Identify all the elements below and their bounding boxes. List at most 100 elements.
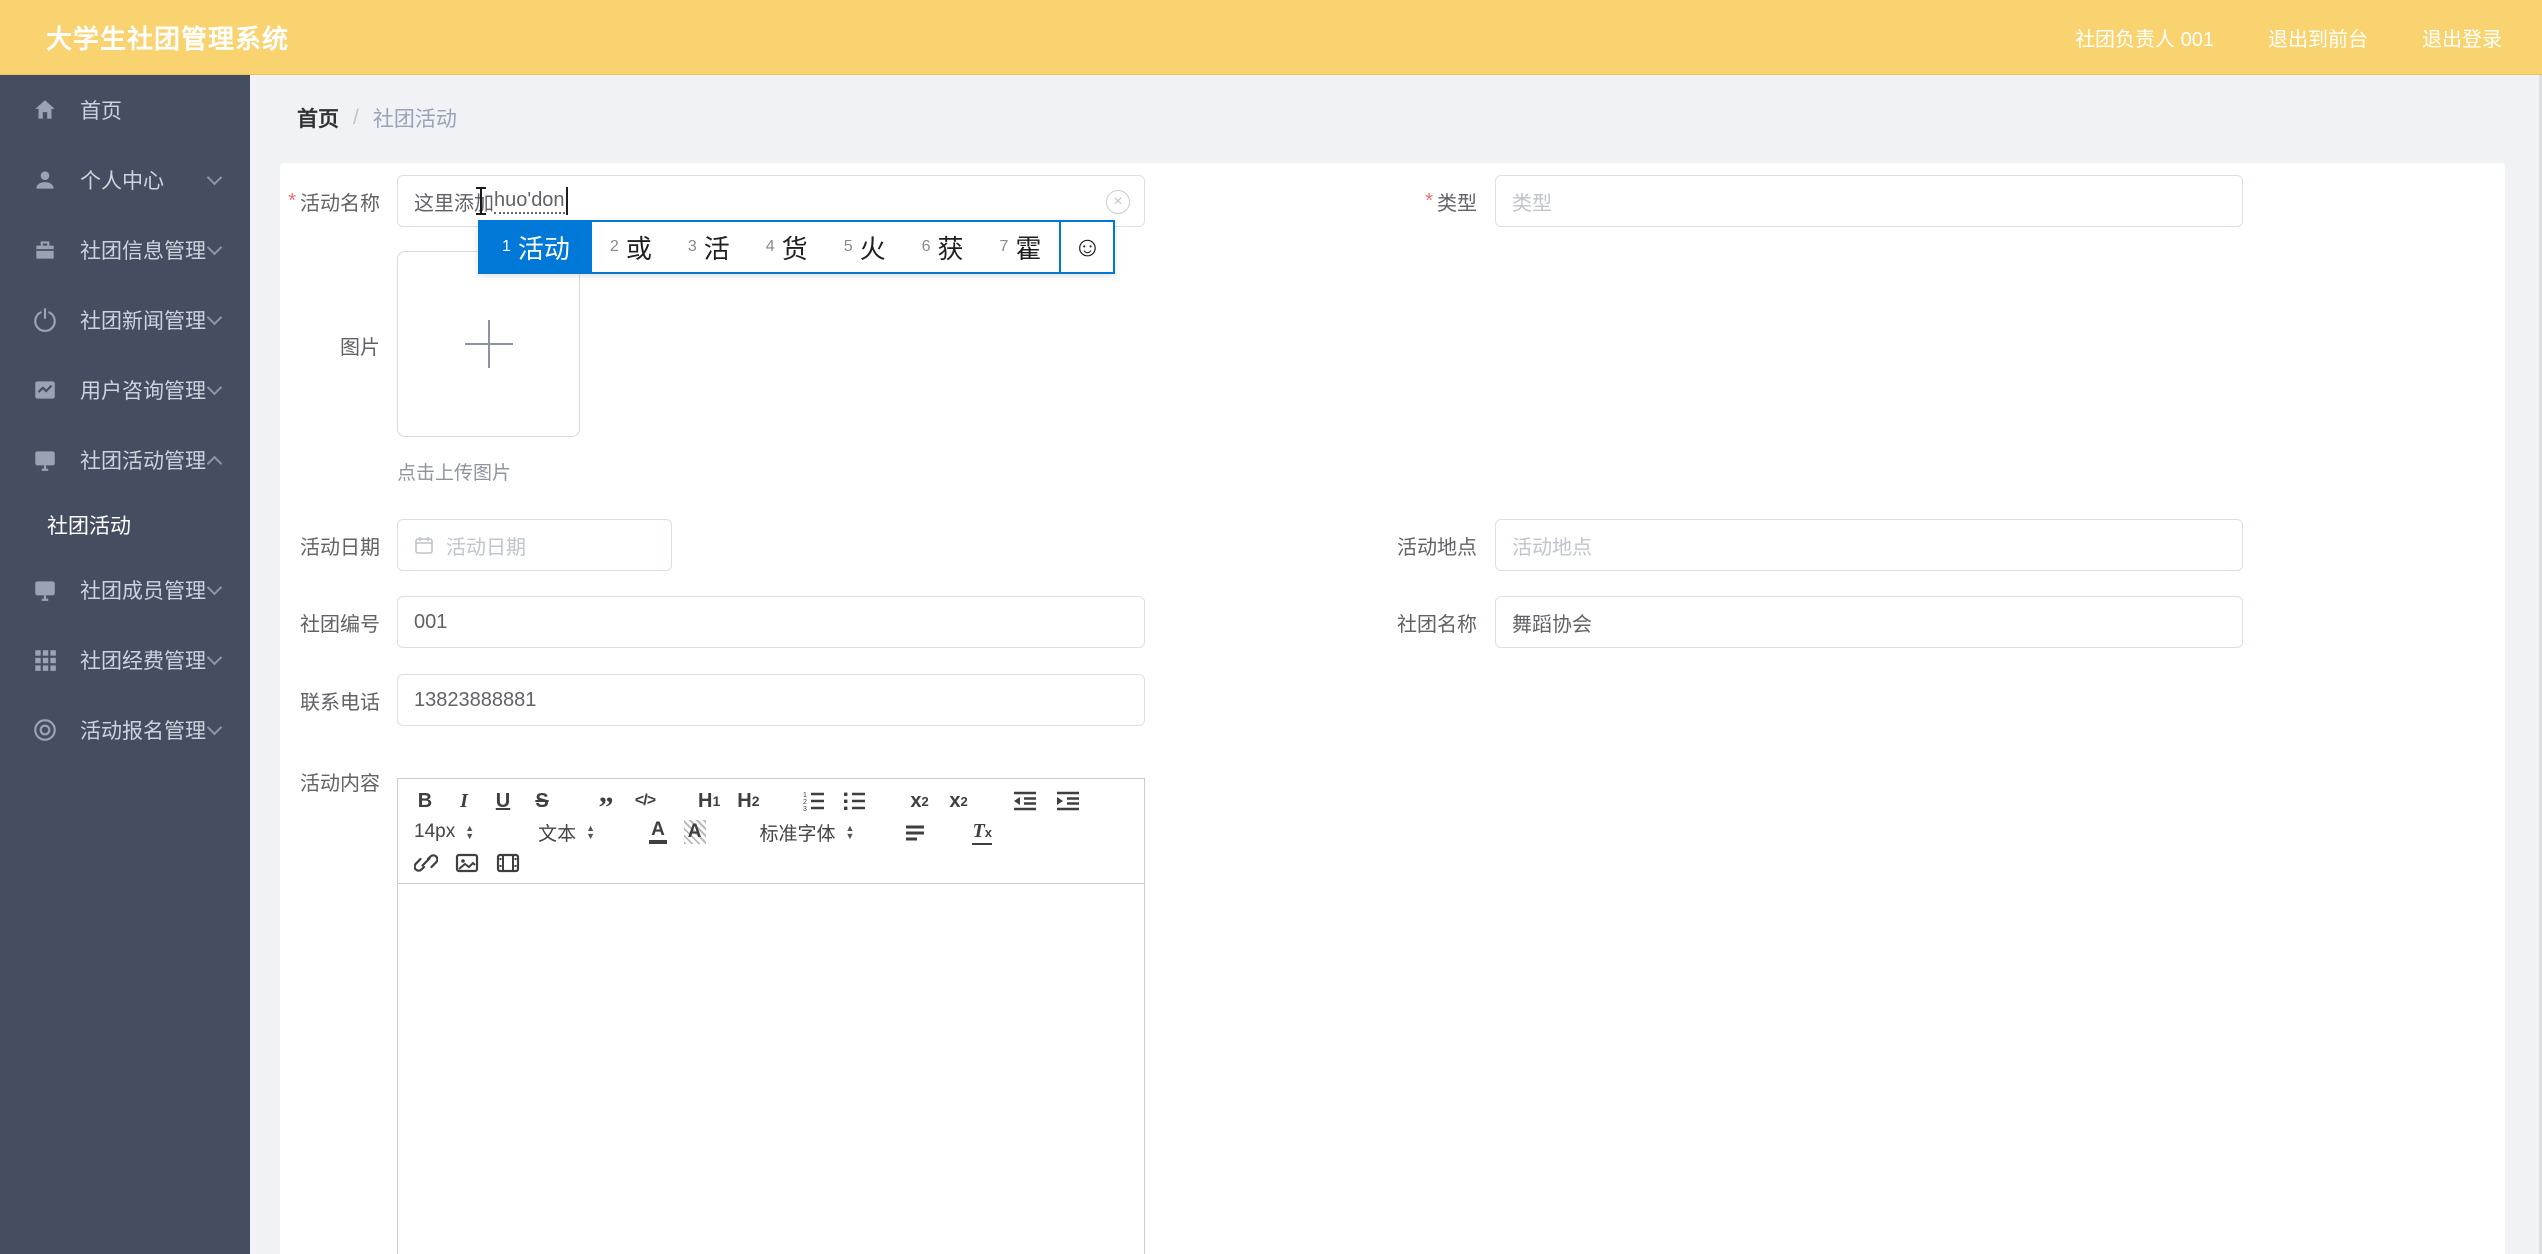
editor-toolbar: B I U S ” </> H1 H2 123 x 2 x 2 14px ▲ ▼…	[398, 779, 1144, 884]
exit-to-front-link[interactable]: 退出到前台	[2268, 23, 2368, 52]
activity-name-label: * 活动名称	[288, 189, 380, 215]
sidebar-item-club-funds[interactable]: 社团经费管理	[0, 625, 250, 695]
top-header-bar: 大学生社团管理系统 社团负责人 001 退出到前台 退出登录	[0, 0, 2542, 75]
chevron-down-icon	[206, 579, 223, 596]
strikethrough-button[interactable]: S	[531, 788, 553, 814]
ime-candidate[interactable]: 4货	[748, 222, 826, 272]
sidebar-item-user-consult[interactable]: 用户咨询管理	[0, 355, 250, 425]
chevron-down-icon	[206, 309, 223, 326]
image-upload-box[interactable]	[397, 251, 580, 437]
font-family-select[interactable]: 标准字体 ▲ ▼	[760, 819, 855, 846]
club-no-input[interactable]: 001	[397, 596, 1145, 648]
blockquote-button[interactable]: ”	[595, 788, 617, 823]
location-input[interactable]: 活动地点	[1495, 519, 2243, 571]
required-asterisk: *	[1425, 189, 1433, 212]
input-committed-text: 这里添加	[414, 192, 494, 215]
sidebar-item-club-members[interactable]: 社团成员管理	[0, 555, 250, 625]
svg-text:1: 1	[803, 792, 807, 799]
ime-candidate[interactable]: 1 活动	[480, 222, 592, 272]
sidebar-item-label: 活动报名管理	[80, 720, 206, 743]
chart-line-icon	[32, 377, 58, 403]
align-select[interactable]	[904, 819, 926, 845]
clear-format-button[interactable]: Tx	[972, 820, 992, 845]
sidebar-item-label: 社团活动管理	[80, 450, 206, 473]
outdent-button[interactable]	[1012, 788, 1038, 814]
ring-icon	[32, 717, 58, 743]
heading2-button[interactable]: H2	[737, 788, 759, 814]
breadcrumb-current: 社团活动	[372, 108, 457, 131]
type-placeholder: 类型	[1512, 192, 1552, 215]
ime-candidate-popup: 1 活动 2或 3活 4货 5火 6获 7霍 ☺	[478, 220, 1116, 274]
heading1-button[interactable]: H1	[698, 788, 720, 814]
type-input[interactable]: 类型	[1495, 175, 2243, 227]
location-placeholder: 活动地点	[1512, 536, 1592, 559]
sidebar-item-club-activity-mgmt[interactable]: 社团活动管理	[0, 425, 250, 495]
paragraph-select[interactable]: 文本 ▲ ▼	[538, 819, 595, 846]
sidebar-item-activity-signup[interactable]: 活动报名管理	[0, 695, 250, 765]
text-color-button[interactable]: A	[649, 820, 667, 844]
svg-text:2: 2	[803, 799, 807, 806]
clear-input-icon[interactable]: ×	[1106, 190, 1130, 214]
content-label: 活动内容	[300, 772, 380, 795]
sidebar-item-personal-center[interactable]: 个人中心	[0, 145, 250, 215]
upload-hint-text: 点击上传图片	[397, 463, 512, 484]
toolbar-row-3	[414, 849, 1128, 877]
sidebar-subitem-club-activity[interactable]: 社团活动	[0, 495, 250, 555]
sidebar-nav: 首页 个人中心 社团信息管理 社团新闻管理 用户咨询管理 社团活动管理 社团活动…	[0, 75, 250, 1254]
sidebar-item-label: 社团信息管理	[80, 240, 206, 263]
required-asterisk: *	[288, 189, 296, 212]
select-arrows-icon: ▲ ▼	[465, 823, 475, 841]
home-icon	[32, 97, 58, 123]
breadcrumb-home[interactable]: 首页	[297, 103, 339, 133]
briefcase-icon	[32, 237, 58, 263]
ime-candidate[interactable]: 2或	[592, 222, 670, 272]
sidebar-item-label: 社团经费管理	[80, 650, 206, 673]
select-arrows-icon: ▲ ▼	[586, 823, 596, 841]
ime-candidate[interactable]: 6获	[904, 222, 982, 272]
ime-emoji-button[interactable]: ☺	[1059, 222, 1113, 272]
sidebar-item-label: 社团新闻管理	[80, 310, 206, 333]
bold-button[interactable]: B	[414, 788, 436, 814]
club-name-input[interactable]: 舞蹈协会	[1495, 596, 2243, 648]
sidebar-item-club-news[interactable]: 社团新闻管理	[0, 285, 250, 355]
date-input[interactable]: 活动日期	[397, 519, 672, 571]
underline-button[interactable]: U	[492, 788, 514, 814]
sidebar-item-home[interactable]: 首页	[0, 75, 250, 145]
superscript-button[interactable]: x2	[948, 788, 970, 814]
chevron-down-icon	[206, 379, 223, 396]
ime-candidate[interactable]: 5火	[826, 222, 904, 272]
image-label: 图片	[340, 336, 380, 359]
font-size-select[interactable]: 14px ▲ ▼	[414, 821, 474, 843]
background-color-button[interactable]: A	[683, 820, 706, 844]
sidebar-item-label: 社团成员管理	[80, 580, 206, 603]
logout-link[interactable]: 退出登录	[2422, 23, 2502, 52]
ime-candidate[interactable]: 7霍	[982, 222, 1060, 272]
breadcrumb: 首页 / 社团活动	[297, 103, 457, 133]
indent-button[interactable]	[1055, 788, 1081, 814]
bullet-list-button[interactable]	[843, 788, 867, 814]
code-block-button[interactable]: </>	[634, 788, 656, 814]
ordered-list-button[interactable]: 123	[802, 788, 826, 814]
italic-button[interactable]: I	[453, 788, 475, 814]
insert-image-button[interactable]	[455, 850, 479, 876]
chevron-down-icon	[206, 239, 223, 256]
insert-video-button[interactable]	[496, 850, 520, 876]
plus-icon	[464, 320, 513, 368]
sidebar-item-label: 个人中心	[80, 170, 164, 193]
sidebar-item-club-info[interactable]: 社团信息管理	[0, 215, 250, 285]
app-title: 大学生社团管理系统	[46, 23, 290, 54]
insert-link-button[interactable]	[414, 850, 438, 876]
type-label: * 类型	[1425, 189, 1477, 215]
text-caret	[565, 187, 568, 215]
club-name-value: 舞蹈协会	[1512, 613, 1592, 636]
phone-input[interactable]: 13823888881	[397, 674, 1145, 726]
select-arrows-icon: ▲ ▼	[845, 823, 855, 841]
editor-content-area[interactable]	[398, 884, 1144, 1254]
chevron-down-icon	[206, 719, 223, 736]
ime-candidate[interactable]: 3活	[670, 222, 748, 272]
power-icon	[32, 307, 58, 333]
subscript-button[interactable]: x2	[909, 788, 931, 814]
current-user-link[interactable]: 社团负责人 001	[2075, 23, 2214, 52]
svg-text:3: 3	[803, 806, 807, 812]
form-card: * 活动名称 这里添加 huo'don × * 类型 类型 1 活动 2 或 3…	[280, 163, 2505, 1254]
